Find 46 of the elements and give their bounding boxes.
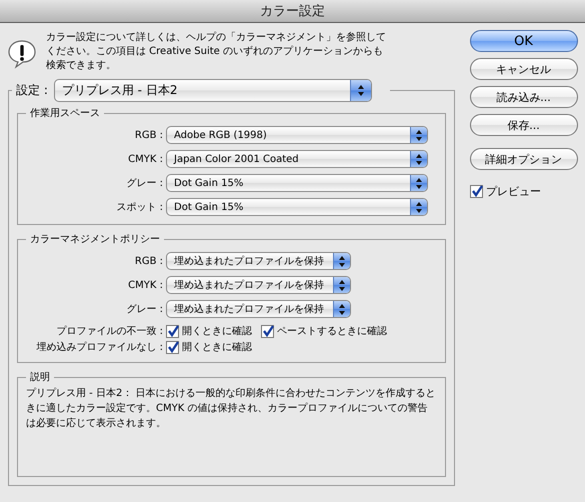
checkbox-label: プレビュー [486,184,541,199]
description-text: プリプレス用 - 日本2： 日本における一般的な印刷条件に合わせたコンテンツを作成するときに適したカラー設定です。CMYK の値は保持され、カラープロファイルについての警告は必要に応じて表示されます。 [26,386,437,431]
message-text: カラー設定について詳しくは、ヘルプの「カラーマネジメント」を参照してください。この項目は Creative Suite のいずれのアプリケーションからも検索できます。 [46,31,387,73]
checkbox-label: ペーストするときに確認 [277,324,387,338]
popup-menu[interactable]: 埋め込まれたプロファイルを保持 [166,276,351,294]
popup-menu[interactable]: プリプレス用 - 日本2 [54,79,372,102]
push-button[interactable]: 読み込み... [470,86,578,108]
field-label: CMYK : [127,154,163,164]
up-down-arrows-icon [338,280,346,290]
group-title: 作業用スペース [26,106,104,120]
checkbox-label: 開くときに確認 [182,324,252,338]
up-down-arrows-icon [356,85,365,96]
checkbox[interactable] [470,185,483,198]
checkbox[interactable] [261,324,274,338]
field-label: スポット : [115,201,163,214]
up-down-arrows-icon [338,304,346,314]
checkbox-label: 開くときに確認 [182,340,252,354]
popup-menu[interactable]: 埋め込まれたプロファイルを保持 [166,300,351,318]
field-label: 埋め込みプロファイルなし : [35,340,163,354]
push-button[interactable]: 詳細オプション [470,148,578,170]
field-label: RGB : [134,130,163,140]
popup-menu[interactable]: Adobe RGB (1998) [166,126,428,144]
up-down-arrows-icon [415,202,423,212]
group-title: カラーマネジメントポリシー [26,232,164,246]
up-down-arrows-icon [415,154,423,164]
up-down-arrows-icon [338,256,346,266]
field-label: グレー : [125,303,163,316]
up-down-arrows-icon [415,178,423,188]
popup-menu[interactable]: Dot Gain 15% [166,174,428,192]
ok-button[interactable]: OK [470,30,578,52]
popup-menu[interactable]: Dot Gain 15% [166,198,428,216]
checkbox[interactable] [166,324,179,338]
popup-menu[interactable]: 埋め込まれたプロファイルを保持 [166,252,351,270]
up-down-arrows-icon [415,130,423,140]
push-button[interactable]: キャンセル [470,58,578,80]
field-label: RGB : [134,256,163,266]
alert-bubble-icon [8,39,36,69]
field-label: グレー : [125,177,163,190]
window-title: カラー設定 [260,3,325,20]
field-label: 設定 : [16,82,48,99]
group-title: 説明 [26,370,54,384]
checkbox[interactable] [166,340,179,354]
field-label: CMYK : [127,280,163,290]
popup-menu[interactable]: Japan Color 2001 Coated [166,150,428,168]
push-button[interactable]: 保存... [470,114,578,136]
field-label: プロファイルの不一致 : [55,324,163,338]
